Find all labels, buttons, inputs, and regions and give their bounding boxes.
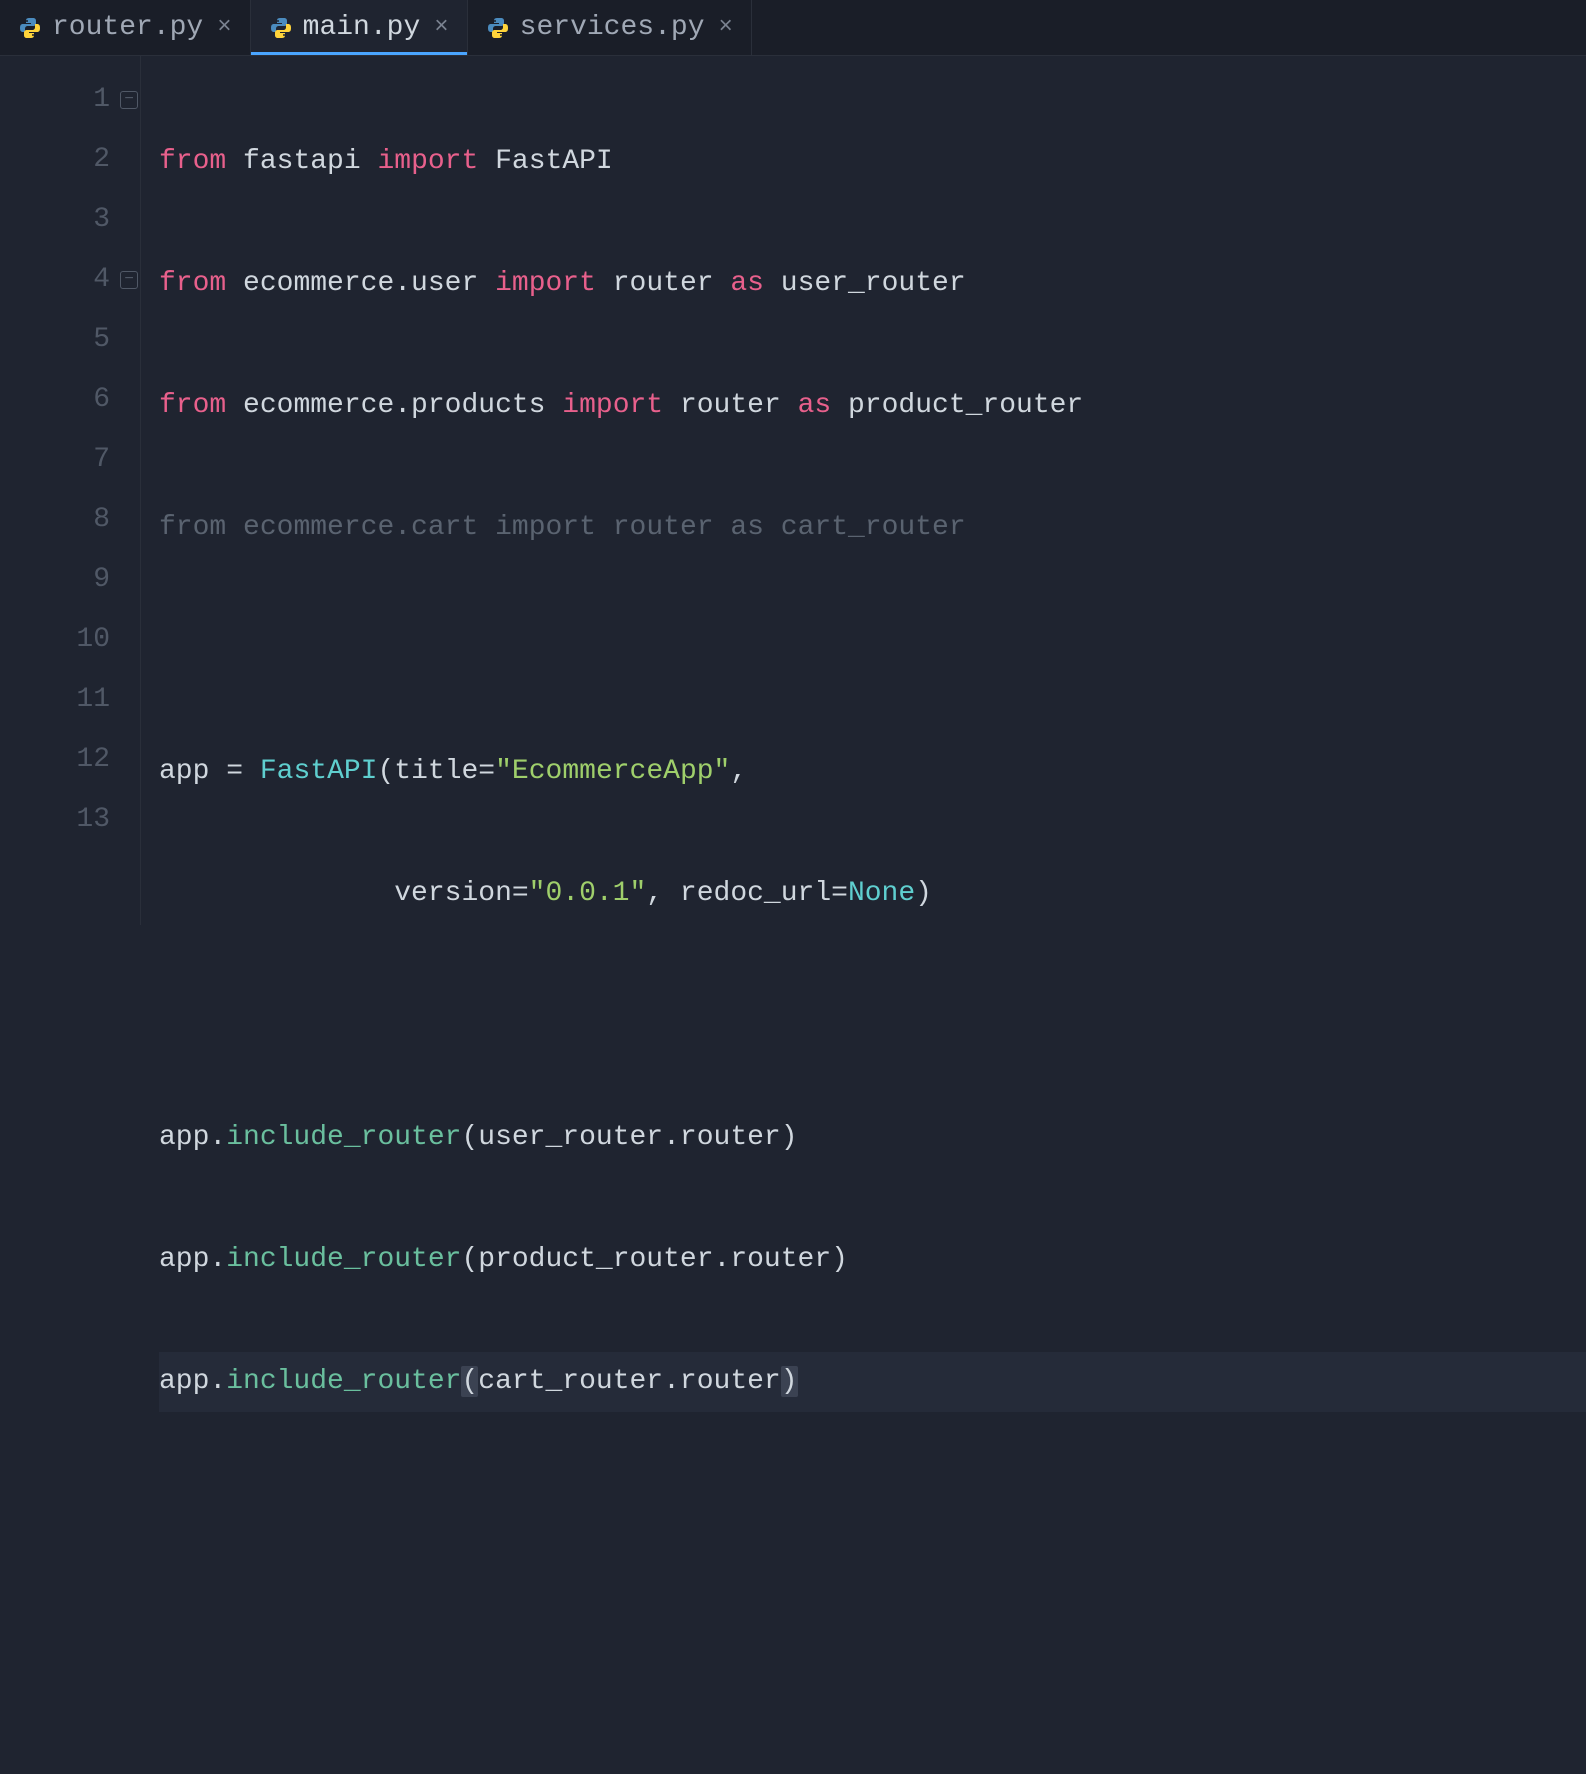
line-number: 4− bbox=[0, 250, 140, 310]
fold-icon[interactable]: − bbox=[120, 271, 138, 289]
tab-services-py[interactable]: services.py × bbox=[468, 0, 752, 55]
line-number: 7 bbox=[0, 430, 140, 490]
code-line-10: app.include_router(product_router.router… bbox=[159, 1230, 1586, 1290]
line-number: 13 bbox=[0, 790, 140, 850]
line-number: 9 bbox=[0, 550, 140, 610]
line-number: 11 bbox=[0, 670, 140, 730]
close-icon[interactable]: × bbox=[715, 14, 737, 41]
line-number: 3 bbox=[0, 190, 140, 250]
code-line-8 bbox=[159, 986, 1586, 1046]
code-line-3: from ecommerce.products import router as… bbox=[159, 376, 1586, 436]
python-icon bbox=[269, 16, 293, 40]
tab-router-py[interactable]: router.py × bbox=[0, 0, 251, 55]
tab-main-py[interactable]: main.py × bbox=[251, 0, 468, 55]
close-icon[interactable]: × bbox=[213, 14, 235, 41]
code-line-2: from ecommerce.user import router as use… bbox=[159, 254, 1586, 314]
tab-bar: router.py × main.py × services.py × bbox=[0, 0, 1586, 56]
code-line-9: app.include_router(user_router.router) bbox=[159, 1108, 1586, 1168]
line-number: 2 bbox=[0, 130, 140, 190]
tab-label: main.py bbox=[303, 12, 421, 43]
close-icon[interactable]: × bbox=[430, 14, 452, 41]
code-line-13 bbox=[159, 1596, 1586, 1656]
line-number: 8 bbox=[0, 490, 140, 550]
python-icon bbox=[18, 16, 42, 40]
line-number: 10 bbox=[0, 610, 140, 670]
line-number: 1− bbox=[0, 70, 140, 130]
code-area[interactable]: from fastapi import FastAPI from ecommer… bbox=[140, 56, 1586, 925]
editor[interactable]: 1− 2 3 4− 5 6 7 8 9 10 11 12 13 from fas… bbox=[0, 56, 1586, 925]
fold-icon[interactable]: − bbox=[120, 91, 138, 109]
code-line-5 bbox=[159, 620, 1586, 680]
tab-label: services.py bbox=[520, 12, 705, 43]
code-line-4: from ecommerce.cart import router as car… bbox=[159, 498, 1586, 558]
code-line-7: version="0.0.1", redoc_url=None) bbox=[159, 864, 1586, 924]
tab-label: router.py bbox=[52, 12, 203, 43]
line-gutter: 1− 2 3 4− 5 6 7 8 9 10 11 12 13 bbox=[0, 56, 140, 925]
python-icon bbox=[486, 16, 510, 40]
code-line-11: app.include_router(cart_router.router) bbox=[159, 1352, 1586, 1412]
code-line-6: app = FastAPI(title="EcommerceApp", bbox=[159, 742, 1586, 802]
line-number: 5 bbox=[0, 310, 140, 370]
line-number: 6 bbox=[0, 370, 140, 430]
line-number: 12 bbox=[0, 730, 140, 790]
code-line-1: from fastapi import FastAPI bbox=[159, 132, 1586, 192]
code-line-12 bbox=[159, 1474, 1586, 1534]
